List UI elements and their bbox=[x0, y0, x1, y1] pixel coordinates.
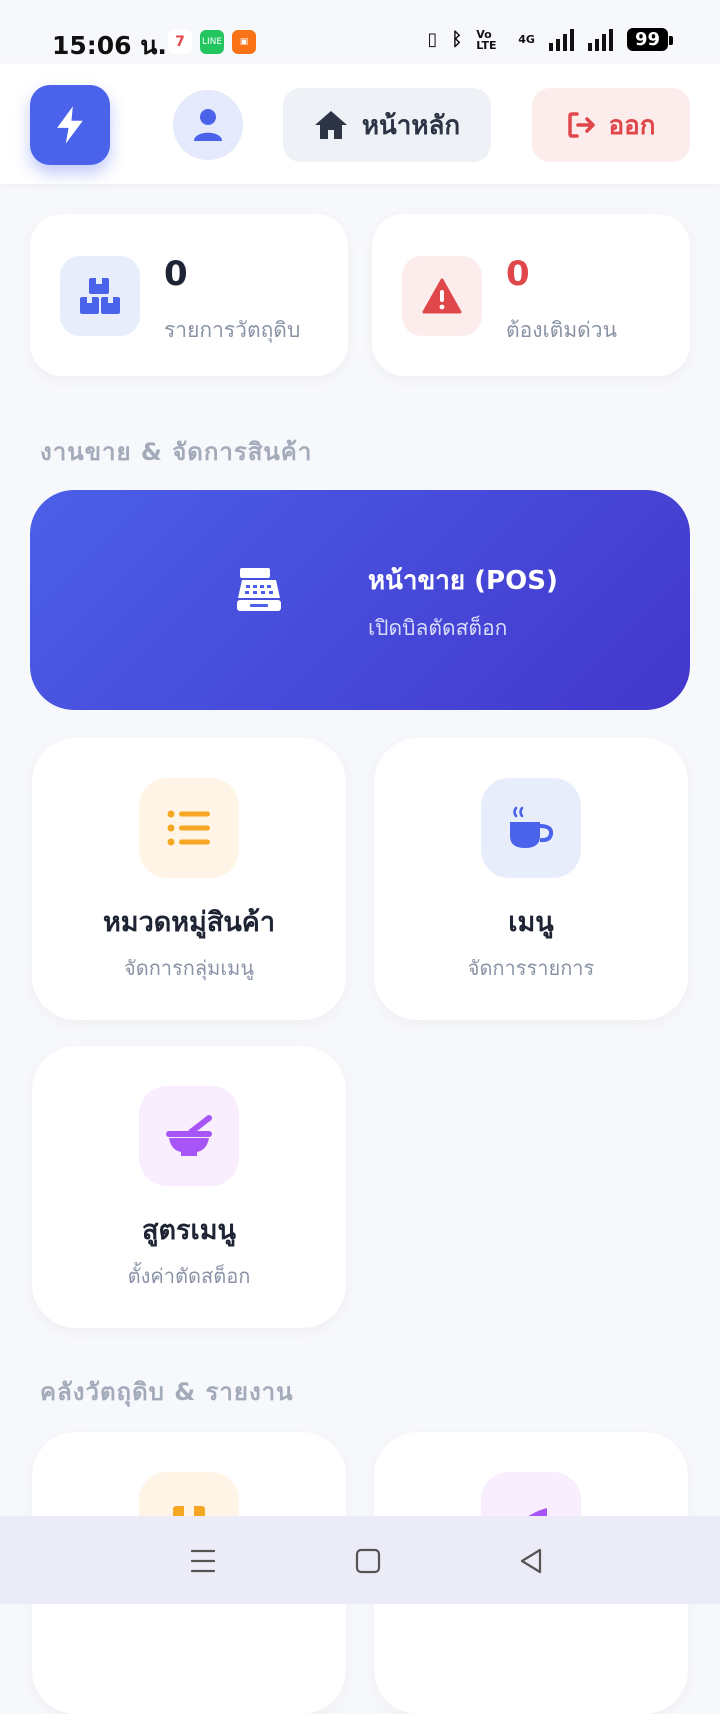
card-icon-box bbox=[139, 778, 239, 878]
status-time: 15:06 น. bbox=[52, 31, 167, 60]
pos-card[interactable]: หน้าขาย (POS) เปิดบิลตัดสต็อก bbox=[30, 490, 690, 710]
card-subtitle: จัดการกลุ่มเมนู bbox=[123, 956, 255, 980]
app-header: หน้าหลัก ออก bbox=[0, 64, 720, 184]
pos-title: หน้าขาย (POS) bbox=[368, 566, 558, 596]
vibrate-icon: ▯ bbox=[427, 29, 438, 50]
card-title: เมนู bbox=[508, 907, 554, 938]
card-categories[interactable]: หมวดหมู่สินค้า จัดการกลุ่มเมนู bbox=[32, 738, 346, 1020]
stat-label: รายการวัตถุดิบ bbox=[164, 318, 301, 342]
logout-icon bbox=[567, 112, 595, 138]
card-menu[interactable]: เมนู จัดการรายการ bbox=[374, 738, 688, 1020]
battery-icon: 99 bbox=[626, 28, 674, 51]
stat-value: 0 bbox=[164, 254, 188, 294]
list-icon bbox=[167, 810, 210, 846]
shop-app-icon: ▣ bbox=[232, 30, 256, 54]
signal-icon-1 bbox=[548, 28, 574, 51]
signal-icon-2 bbox=[587, 28, 613, 51]
card-title: หมวดหมู่สินค้า bbox=[102, 907, 276, 938]
card-subtitle: ตั้งค่าตัดสต็อก bbox=[127, 1264, 251, 1288]
notification-icons: 7 LINE ▣ bbox=[168, 30, 256, 54]
logout-label: ออก bbox=[608, 110, 656, 141]
logout-button[interactable]: ออก bbox=[532, 88, 690, 162]
menu-lines-icon bbox=[190, 1549, 216, 1573]
bolt-icon bbox=[57, 106, 83, 144]
card-icon-box bbox=[481, 778, 581, 878]
square-icon bbox=[355, 1548, 381, 1574]
stat-value: 0 bbox=[506, 254, 530, 294]
mortar-pestle-icon bbox=[166, 1115, 212, 1156]
back-triangle-icon bbox=[520, 1548, 542, 1574]
stat-label: ต้องเติมด่วน bbox=[506, 318, 617, 342]
card-title: สูตรเมนู bbox=[142, 1215, 236, 1246]
home-button[interactable]: หน้าหลัก bbox=[283, 88, 491, 162]
cash-register-icon bbox=[236, 566, 282, 616]
section-title-sales: งานขาย & จัดการสินค้า bbox=[40, 438, 313, 466]
user-icon bbox=[194, 109, 222, 141]
status-right: ▯ ᛒ Vo LTE 4G 99 bbox=[427, 27, 674, 52]
bluetooth-icon: ᛒ bbox=[451, 29, 463, 50]
warning-icon bbox=[422, 278, 462, 314]
pos-subtitle: เปิดบิลตัดสต็อก bbox=[368, 616, 508, 640]
card-subtitle: จัดการรายการ bbox=[467, 956, 595, 980]
stat-card-ingredients: 0 รายการวัตถุดิบ bbox=[30, 214, 348, 376]
home-icon bbox=[314, 111, 347, 139]
card-recipes[interactable]: สูตรเมนู ตั้งค่าตัดสต็อก bbox=[32, 1046, 346, 1328]
back-button[interactable] bbox=[516, 1546, 546, 1576]
line-icon: LINE bbox=[200, 30, 224, 54]
stat-card-urgent: 0 ต้องเติมด่วน bbox=[372, 214, 690, 376]
status-bar: 15:06 น. 7 LINE ▣ ▯ ᛒ Vo LTE 4G 99 bbox=[0, 0, 720, 64]
coffee-icon bbox=[510, 806, 554, 848]
section-title-inventory: คลังวัตถุดิบ & รายงาน bbox=[40, 1378, 294, 1406]
home-label: หน้าหลัก bbox=[361, 110, 461, 141]
user-avatar-button[interactable] bbox=[173, 90, 243, 160]
recent-apps-button[interactable] bbox=[188, 1546, 218, 1576]
seven-eleven-icon: 7 bbox=[168, 30, 192, 54]
stat-icon-box bbox=[60, 256, 140, 336]
network-type: 4G bbox=[518, 33, 535, 46]
stat-icon-box bbox=[402, 256, 482, 336]
home-system-button[interactable] bbox=[353, 1546, 383, 1576]
system-nav-bar bbox=[0, 1516, 720, 1604]
card-icon-box bbox=[139, 1086, 239, 1186]
volte-icon: Vo LTE bbox=[476, 27, 497, 52]
boxes-icon bbox=[80, 278, 120, 314]
app-logo-button[interactable] bbox=[30, 85, 110, 165]
